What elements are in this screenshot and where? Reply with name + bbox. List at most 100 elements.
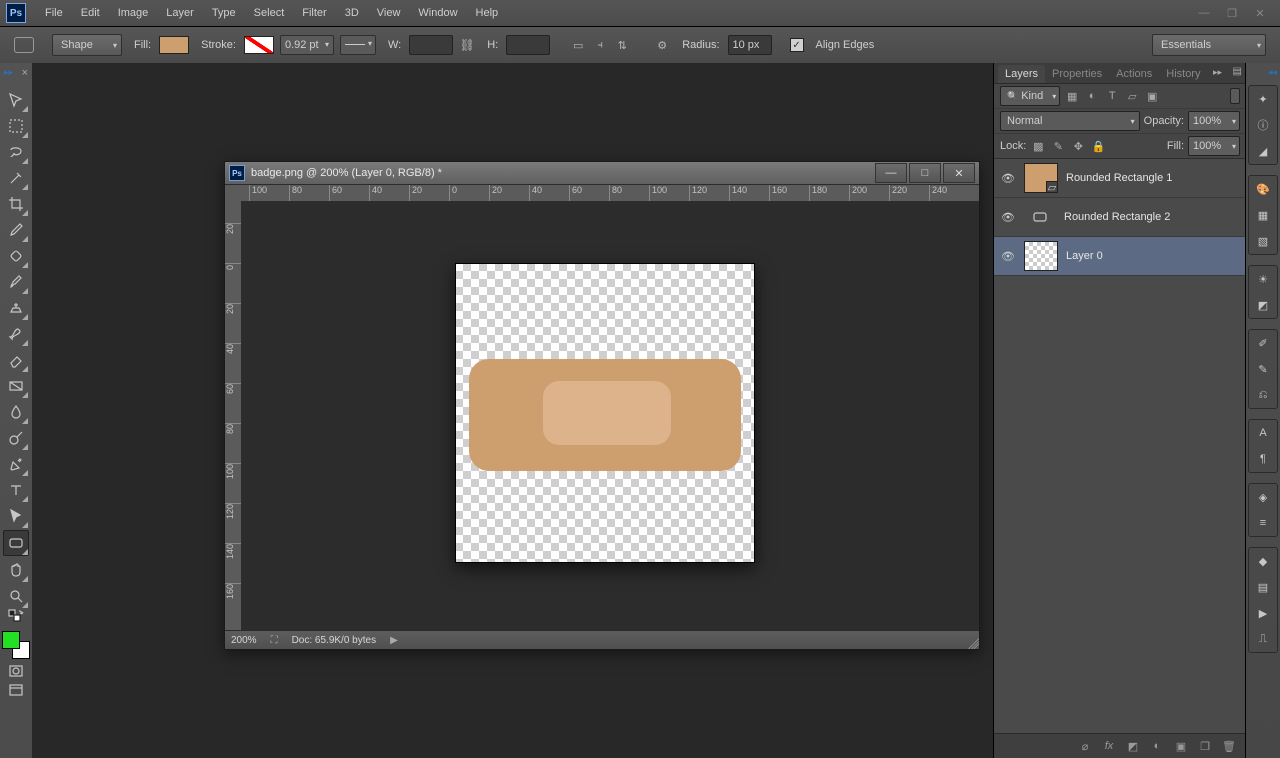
menu-image[interactable]: Image [109,0,158,26]
character-panel-icon[interactable]: A [1253,423,1273,443]
brush-presets-panel-icon[interactable]: ✎ [1253,359,1273,379]
blend-mode-select[interactable]: Normal [1000,111,1140,131]
workspace-switcher[interactable]: Essentials [1152,34,1266,56]
panel-menu-icon[interactable]: ▤ [1233,66,1242,77]
layers-panel-icon[interactable]: ◆ [1253,551,1273,571]
layer-mask-icon[interactable]: ◩ [1126,740,1140,753]
link-layers-icon[interactable]: ⌀ [1078,740,1092,753]
history-brush-tool-icon[interactable] [4,322,28,346]
radius-input[interactable]: 10 px [728,35,772,55]
filter-toggle[interactable] [1230,88,1240,104]
eraser-tool-icon[interactable] [4,348,28,372]
status-expand-icon[interactable]: ⛶ [271,635,278,646]
type-tool-icon[interactable] [4,478,28,502]
blur-tool-icon[interactable] [4,400,28,424]
geometry-options-icon[interactable]: ⚙ [654,37,670,53]
menu-select[interactable]: Select [245,0,294,26]
opacity-input[interactable]: 100% [1188,111,1240,131]
layer-name[interactable]: Layer 0 [1066,250,1103,262]
shape-rounded-rectangle-2[interactable] [543,381,671,445]
visibility-toggle-icon[interactable]: 👁 [1000,211,1016,224]
filter-type-icon[interactable]: T [1104,88,1120,104]
zoom-tool-icon[interactable] [4,584,28,608]
path-alignment-icon[interactable]: ⫞ [592,37,608,53]
filter-shape-icon[interactable]: ▱ [1124,88,1140,104]
filter-pixel-icon[interactable]: ▦ [1064,88,1080,104]
brushes-panel-icon[interactable]: ✐ [1253,333,1273,353]
path-arrangement-icon[interactable]: ⇅ [614,37,630,53]
visibility-toggle-icon[interactable]: 👁 [1000,250,1016,263]
layer-filter-kind-select[interactable]: Kind [1000,86,1060,106]
swatches-panel-icon[interactable]: ▦ [1253,205,1273,225]
delete-layer-icon[interactable]: 🗑 [1222,740,1236,753]
default-colors-icon[interactable] [4,610,28,624]
document-maximize-button[interactable]: □ [909,163,941,183]
ruler-origin[interactable] [225,185,242,202]
filter-adjustment-icon[interactable]: ◐ [1084,88,1100,104]
brush-tool-icon[interactable] [4,270,28,294]
eyedropper-tool-icon[interactable] [4,218,28,242]
masks-panel-icon[interactable]: ◩ [1253,295,1273,315]
layer-row[interactable]: 👁 Rounded Rectangle 2 [994,198,1246,237]
measurement-panel-icon[interactable]: ≡ [1253,513,1273,533]
layer-row[interactable]: 👁 Layer 0 [994,237,1246,276]
menu-window[interactable]: Window [409,0,466,26]
lock-position-icon[interactable]: ✥ [1070,138,1086,154]
paths-panel-icon[interactable]: ⎍ [1253,629,1273,649]
path-operations-icon[interactable]: ▭ [570,37,586,53]
tab-actions[interactable]: Actions [1109,65,1159,83]
minimize-icon[interactable]: — [1196,7,1212,20]
styles-panel-icon[interactable]: ▧ [1253,231,1273,251]
gradient-tool-icon[interactable] [4,374,28,398]
menu-3d[interactable]: 3D [336,0,368,26]
document-titlebar[interactable]: Ps badge.png @ 200% (Layer 0, RGB/8) * —… [225,162,979,185]
layer-style-icon[interactable]: fx [1102,740,1116,752]
ruler-vertical[interactable]: 20020406080100120140160 [225,201,242,631]
lock-all-icon[interactable]: 🔒 [1090,138,1106,154]
layer-thumbnail[interactable]: ▱ [1024,163,1058,193]
tab-layers[interactable]: Layers [998,65,1045,83]
timeline-panel-icon[interactable]: ▶ [1253,603,1273,623]
group-layers-icon[interactable]: ▣ [1174,740,1188,753]
healing-brush-tool-icon[interactable] [4,244,28,268]
close-icon[interactable]: ✕ [1252,7,1268,20]
adjustment-layer-icon[interactable]: ◐ [1150,740,1164,752]
menu-view[interactable]: View [368,0,410,26]
link-wh-icon[interactable]: ⛓ [459,38,475,52]
maximize-icon[interactable]: ❐ [1224,7,1240,20]
quick-mask-icon[interactable] [6,663,26,679]
height-input[interactable] [506,35,550,55]
hand-tool-icon[interactable] [4,558,28,582]
3d-panel-icon[interactable]: ◈ [1253,487,1273,507]
document-minimize-button[interactable]: — [875,163,907,183]
filter-smart-icon[interactable]: ▣ [1144,88,1160,104]
layer-name[interactable]: Rounded Rectangle 2 [1064,211,1170,223]
move-tool-icon[interactable] [4,88,28,112]
dodge-tool-icon[interactable] [4,426,28,450]
crop-tool-icon[interactable] [4,192,28,216]
document-close-button[interactable]: ✕ [943,163,975,183]
lasso-tool-icon[interactable] [4,140,28,164]
layer-shape-icon[interactable] [1024,209,1056,225]
rounded-rectangle-tool-icon[interactable] [3,530,29,556]
foreground-color-swatch[interactable] [2,631,20,649]
clone-source-panel-icon[interactable]: ⎌ [1253,385,1273,405]
tool-preset-icon[interactable] [14,37,34,53]
color-panel-icon[interactable]: 🎨 [1253,179,1273,199]
menu-filter[interactable]: Filter [293,0,335,26]
navigator-panel-icon[interactable]: ✦ [1253,89,1273,109]
layer-fill-input[interactable]: 100% [1188,136,1240,156]
pen-tool-icon[interactable] [4,452,28,476]
channels-panel-icon[interactable]: ▤ [1253,577,1273,597]
tab-properties[interactable]: Properties [1045,65,1109,83]
menu-help[interactable]: Help [467,0,508,26]
stroke-style-select[interactable] [340,35,376,55]
right-bar-expand-icon[interactable]: ◂◂ [1243,67,1280,81]
tab-history[interactable]: History [1159,65,1207,83]
layer-row[interactable]: 👁 ▱ Rounded Rectangle 1 [994,159,1246,198]
stroke-swatch[interactable] [244,36,274,54]
lock-transparency-icon[interactable]: ▩ [1030,138,1046,154]
visibility-toggle-icon[interactable]: 👁 [1000,172,1016,185]
path-selection-tool-icon[interactable] [4,504,28,528]
layer-name[interactable]: Rounded Rectangle 1 [1066,172,1172,184]
